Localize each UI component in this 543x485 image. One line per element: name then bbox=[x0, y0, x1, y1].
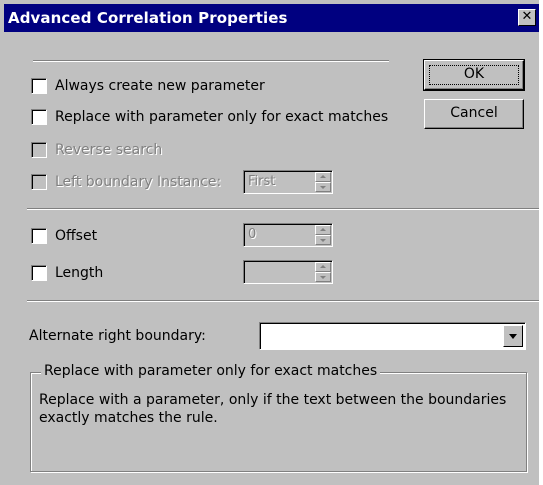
offset-checkbox[interactable] bbox=[31, 228, 47, 244]
dialog-title: Advanced Correlation Properties bbox=[8, 9, 288, 27]
spin-up-button bbox=[315, 262, 331, 272]
spin-up-button bbox=[315, 225, 331, 235]
length-option[interactable]: Length bbox=[31, 263, 103, 283]
arrow-up-icon bbox=[320, 228, 326, 231]
length-spin-arrows bbox=[315, 262, 331, 282]
replace-exact-option[interactable]: Replace with parameter only for exact ma… bbox=[31, 107, 388, 127]
arrow-up-icon bbox=[320, 265, 326, 268]
arrow-down-icon bbox=[320, 239, 326, 242]
description-text: Replace with a parameter, only if the te… bbox=[39, 392, 507, 426]
title-bar[interactable]: Advanced Correlation Properties ✕ bbox=[4, 4, 539, 32]
offset-label: Offset bbox=[55, 228, 98, 244]
window-edge bbox=[539, 0, 543, 485]
left-boundary-label: Left boundary Instance: bbox=[55, 174, 222, 190]
close-icon: ✕ bbox=[521, 9, 533, 24]
reverse-search-checkbox bbox=[31, 142, 47, 158]
dropdown-button[interactable] bbox=[503, 325, 523, 347]
description-title: Replace with parameter only for exact ma… bbox=[41, 363, 381, 379]
replace-exact-label: Replace with parameter only for exact ma… bbox=[55, 109, 389, 125]
left-boundary-option: Left boundary Instance: bbox=[31, 172, 221, 192]
left-boundary-spin-arrows bbox=[315, 172, 331, 192]
left-boundary-checkbox bbox=[31, 174, 47, 190]
chevron-down-icon bbox=[509, 334, 517, 339]
left-boundary-value: First bbox=[248, 174, 276, 189]
always-create-option[interactable]: Always create new parameter bbox=[31, 76, 265, 96]
ok-button[interactable]: OK bbox=[423, 59, 525, 91]
left-boundary-spin: First bbox=[243, 170, 333, 194]
arrow-down-icon bbox=[320, 276, 326, 279]
cancel-label: Cancel bbox=[450, 105, 498, 121]
focus-rectangle bbox=[429, 65, 519, 85]
offset-spin-arrows bbox=[315, 225, 331, 245]
always-create-checkbox[interactable] bbox=[31, 78, 47, 94]
cancel-button[interactable]: Cancel bbox=[424, 99, 524, 129]
separator-top bbox=[33, 60, 389, 62]
spin-down-button bbox=[315, 235, 331, 245]
separator-middle bbox=[27, 208, 539, 210]
spin-down-button bbox=[315, 272, 331, 282]
reverse-search-label: Reverse search bbox=[55, 142, 163, 158]
alternate-right-boundary-combo[interactable] bbox=[259, 322, 526, 350]
advanced-correlation-dialog: Advanced Correlation Properties ✕ OK Can… bbox=[0, 0, 543, 485]
spin-down-button bbox=[315, 182, 331, 192]
alternate-right-boundary-label: Alternate right boundary: bbox=[29, 328, 206, 344]
offset-value: 0 bbox=[248, 227, 257, 242]
close-button[interactable]: ✕ bbox=[518, 9, 536, 26]
offset-spin: 0 bbox=[243, 223, 333, 247]
replace-exact-checkbox[interactable] bbox=[31, 109, 47, 125]
separator-lower bbox=[27, 300, 539, 302]
arrow-down-icon bbox=[320, 186, 326, 189]
length-spin bbox=[243, 260, 333, 284]
description-group: Replace with parameter only for exact ma… bbox=[30, 363, 527, 472]
arrow-up-icon bbox=[320, 175, 326, 178]
spin-up-button bbox=[315, 172, 331, 182]
always-create-label: Always create new parameter bbox=[55, 78, 265, 94]
reverse-search-option: Reverse search bbox=[31, 140, 162, 160]
length-checkbox[interactable] bbox=[31, 265, 47, 281]
offset-option[interactable]: Offset bbox=[31, 226, 97, 246]
length-label: Length bbox=[55, 265, 104, 281]
